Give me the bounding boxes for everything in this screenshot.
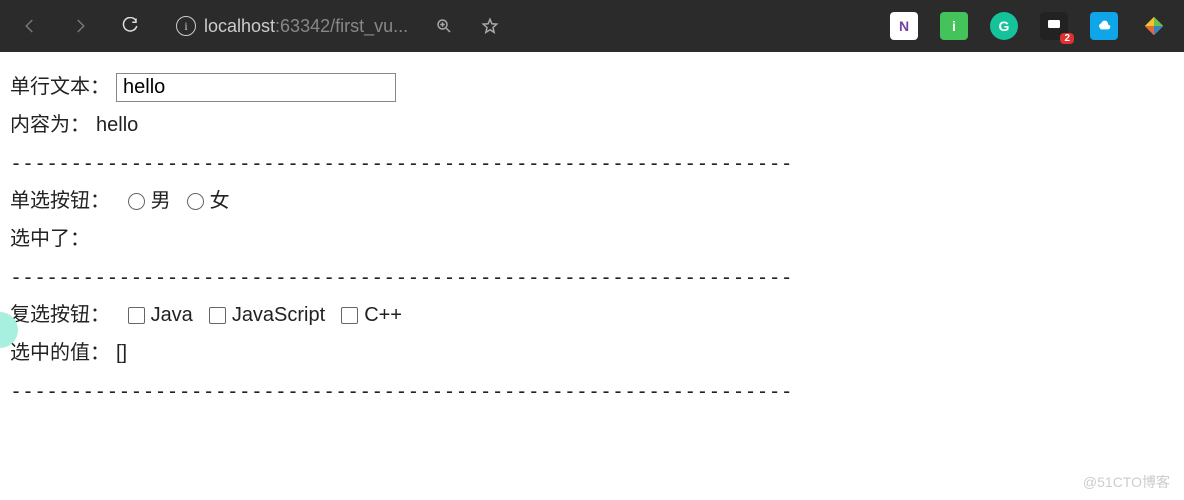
content-value: hello: [96, 108, 138, 142]
checkbox-selected-value: []: [116, 336, 127, 370]
checkbox-selected-row: 选中的值： []: [10, 336, 1174, 370]
favorite-icon[interactable]: [470, 6, 510, 46]
radio-selected-row: 选中了：: [10, 222, 1174, 256]
divider: ----------------------------------------…: [10, 374, 1174, 408]
checkbox-js-label: JavaScript: [232, 298, 325, 332]
radio-female-label: 女: [210, 184, 230, 218]
checkbox-option-java[interactable]: Java: [128, 298, 193, 332]
radio-icon: [128, 193, 145, 210]
extension-badge: 2: [1060, 33, 1074, 44]
extension-dark-icon[interactable]: 2: [1040, 12, 1068, 40]
radio-option-female[interactable]: 女: [187, 184, 230, 218]
extension-green-icon[interactable]: i: [940, 12, 968, 40]
text-input[interactable]: [116, 73, 396, 102]
extension-grammarly-icon[interactable]: G: [990, 12, 1018, 40]
checkbox-icon: [209, 307, 226, 324]
forward-button[interactable]: [58, 6, 102, 46]
watermark: @51CTO博客: [1083, 472, 1170, 492]
checkbox-label: 复选按钮：: [10, 298, 110, 332]
back-button[interactable]: [8, 6, 52, 46]
extension-diamond-icon[interactable]: [1140, 12, 1168, 40]
content-label: 内容为：: [10, 108, 90, 142]
radio-row: 单选按钮： 男 女: [10, 184, 1174, 218]
text-input-label: 单行文本：: [10, 70, 110, 104]
checkbox-cpp-label: C++: [364, 298, 402, 332]
divider: ----------------------------------------…: [10, 260, 1174, 294]
url-host: localhost: [204, 16, 275, 36]
url-text: localhost:63342/first_vu...: [204, 16, 408, 37]
browser-toolbar: i localhost:63342/first_vu... N i G 2: [0, 0, 1184, 52]
checkbox-option-cpp[interactable]: C++: [341, 298, 402, 332]
refresh-button[interactable]: [108, 6, 152, 46]
text-input-row: 单行文本：: [10, 70, 1174, 104]
radio-label: 单选按钮：: [10, 184, 110, 218]
checkbox-java-label: Java: [151, 298, 193, 332]
extension-onenote-icon[interactable]: N: [890, 12, 918, 40]
checkbox-icon: [128, 307, 145, 324]
info-icon[interactable]: i: [176, 16, 196, 36]
extension-cloud-icon[interactable]: [1090, 12, 1118, 40]
text-content-row: 内容为： hello: [10, 108, 1174, 142]
address-bar[interactable]: i localhost:63342/first_vu...: [176, 16, 408, 37]
radio-selected-label: 选中了：: [10, 222, 90, 256]
checkbox-option-javascript[interactable]: JavaScript: [209, 298, 325, 332]
page-content: 单行文本： 内容为： hello -----------------------…: [0, 52, 1184, 422]
zoom-icon[interactable]: [424, 6, 464, 46]
radio-icon: [187, 193, 204, 210]
checkbox-row: 复选按钮： Java JavaScript C++: [10, 298, 1174, 332]
radio-male-label: 男: [151, 184, 171, 218]
radio-option-male[interactable]: 男: [128, 184, 171, 218]
checkbox-selected-label: 选中的值：: [10, 336, 110, 370]
divider: ----------------------------------------…: [10, 146, 1174, 180]
checkbox-icon: [341, 307, 358, 324]
url-port: :63342: [275, 16, 330, 36]
url-path: /first_vu...: [330, 16, 408, 36]
